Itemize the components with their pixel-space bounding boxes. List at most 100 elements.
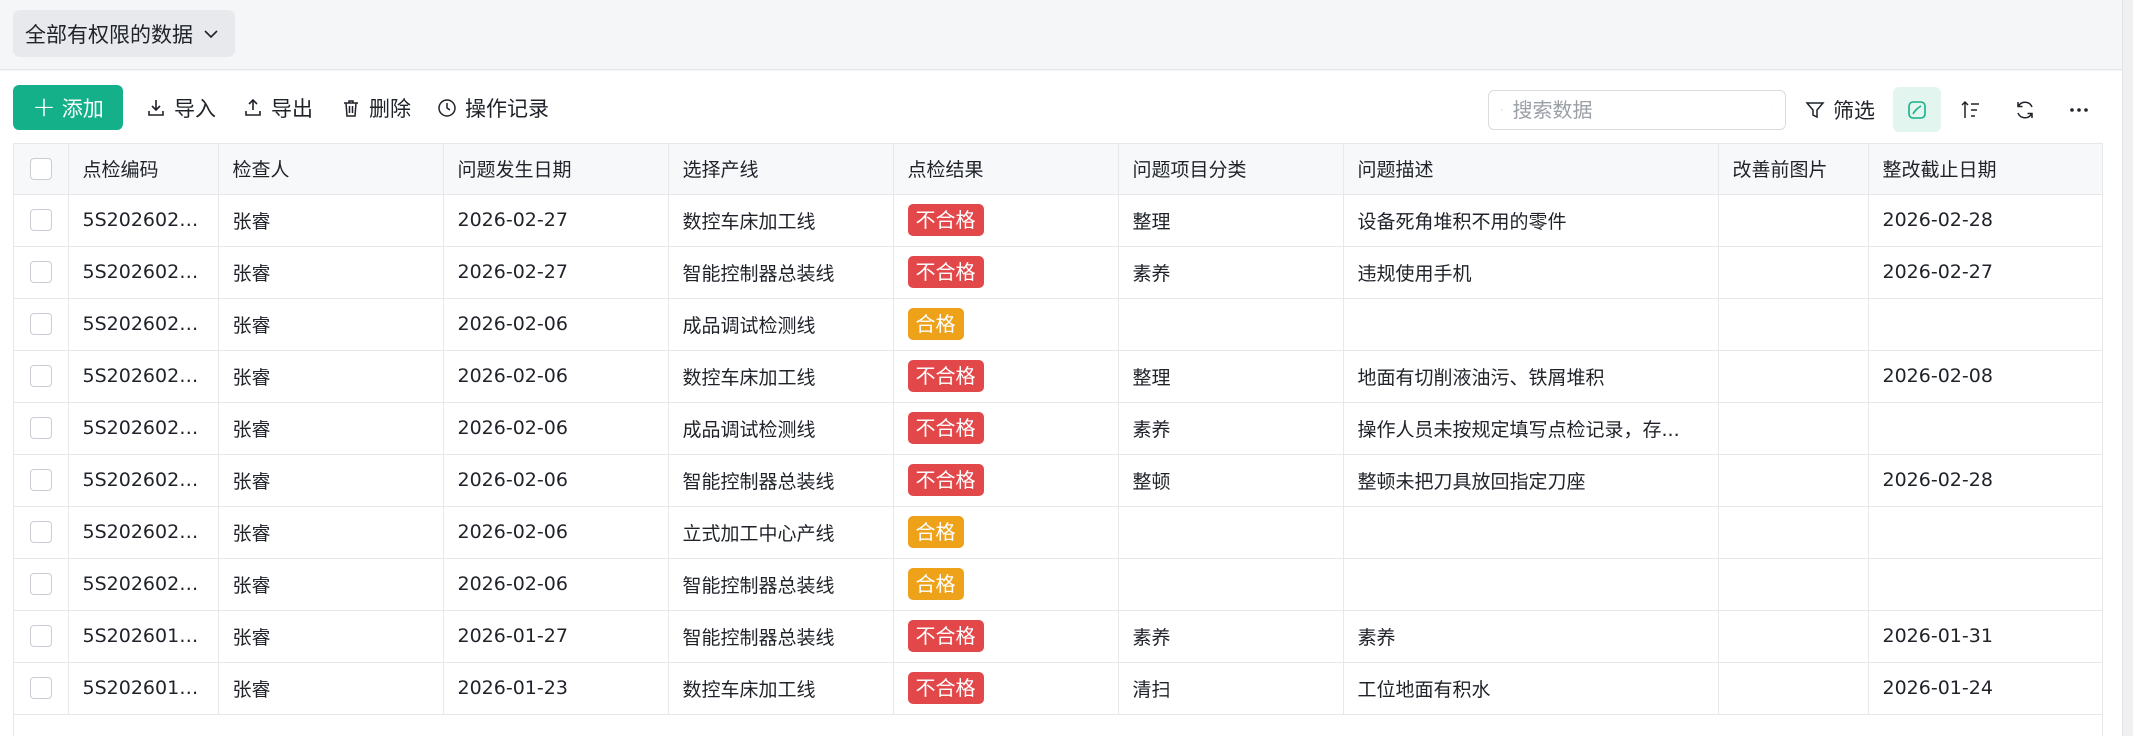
row-code[interactable]: 5S2026020... [68,298,219,351]
table-row[interactable]: 5S2026020... 张睿 2026-02-06 数控车床加工线 不合格 整理 地面有切… [14,350,2102,403]
row-line[interactable]: 成品调试检测线 [668,402,894,455]
import-button[interactable]: 导入 [146,85,216,130]
table-row[interactable]: 5S2026020... 张睿 2026-02-06 成品调试检测线 不合格 素养 操作人员… [14,402,2102,455]
row-result[interactable]: 不合格 [893,350,1119,403]
row-category[interactable] [1118,506,1344,559]
table-row[interactable]: 5S2026020... 张睿 2026-02-06 立式加工中心产线 合格 [14,506,2102,559]
row-checkbox[interactable] [29,521,52,544]
row-line[interactable]: 数控车床加工线 [668,662,894,715]
more-button[interactable] [2055,87,2103,132]
row-result[interactable]: 不合格 [893,402,1119,455]
row-category[interactable]: 整顿 [1118,454,1344,507]
highlight-rule-button[interactable] [1893,87,1941,132]
row-description[interactable]: 工位地面有积水 [1343,662,1719,715]
table-row[interactable]: 5S2026020... 张睿 2026-02-06 成品调试检测线 合格 [14,298,2102,351]
row-code[interactable]: 5S2026012... [68,610,219,663]
row-date[interactable]: 2026-01-23 [443,662,669,715]
row-description[interactable]: 地面有切削液油污、铁屑堆积 [1343,350,1719,403]
row-line[interactable]: 数控车床加工线 [668,350,894,403]
row-image[interactable] [1718,610,1869,663]
column-header-image[interactable]: 改善前图片 [1718,144,1869,195]
row-code[interactable]: 5S2026020... [68,350,219,403]
search-input[interactable] [1512,98,1762,122]
row-line[interactable]: 成品调试检测线 [668,298,894,351]
column-header-inspector[interactable]: 检查人 [218,144,444,195]
view-selector-dropdown[interactable]: 全部有权限的数据 [13,10,235,57]
row-category[interactable]: 素养 [1118,610,1344,663]
row-description[interactable]: 操作人员未按规定填写点检记录，存... [1343,402,1719,455]
row-checkbox[interactable] [29,209,52,232]
row-deadline[interactable]: 2026-01-31 [1868,610,2102,663]
column-header-line[interactable]: 选择产线 [668,144,894,195]
row-category[interactable] [1118,558,1344,611]
row-date[interactable]: 2026-02-06 [443,350,669,403]
row-line[interactable]: 智能控制器总装线 [668,454,894,507]
row-inspector[interactable]: 张睿 [218,610,444,663]
row-result[interactable]: 不合格 [893,246,1119,299]
row-code[interactable]: 5S2026020... [68,506,219,559]
row-image[interactable] [1718,194,1869,247]
row-code[interactable]: 5S2026020... [68,454,219,507]
row-code[interactable]: 5S2026022... [68,194,219,247]
column-header-code[interactable]: 点检编码 [68,144,219,195]
column-header-date[interactable]: 问题发生日期 [443,144,669,195]
row-description[interactable] [1343,506,1719,559]
row-deadline[interactable]: 2026-02-28 [1868,454,2102,507]
row-inspector[interactable]: 张睿 [218,350,444,403]
vertical-scrollbar[interactable] [2122,0,2133,736]
row-inspector[interactable]: 张睿 [218,506,444,559]
row-category[interactable]: 清扫 [1118,662,1344,715]
row-checkbox[interactable] [29,417,52,440]
refresh-button[interactable] [2001,87,2049,132]
row-line[interactable]: 智能控制器总装线 [668,610,894,663]
row-description[interactable]: 整顿未把刀具放回指定刀座 [1343,454,1719,507]
row-inspector[interactable]: 张睿 [218,194,444,247]
row-description[interactable]: 素养 [1343,610,1719,663]
row-date[interactable]: 2026-02-06 [443,506,669,559]
row-description[interactable]: 设备死角堆积不用的零件 [1343,194,1719,247]
row-result[interactable]: 不合格 [893,194,1119,247]
row-result[interactable]: 不合格 [893,662,1119,715]
row-image[interactable] [1718,662,1869,715]
table-row[interactable]: 5S2026020... 张睿 2026-02-06 智能控制器总装线 合格 [14,558,2102,611]
row-checkbox[interactable] [29,677,52,700]
table-row[interactable]: 5S2026012... 张睿 2026-01-27 智能控制器总装线 不合格 素养 素养 2… [14,610,2102,663]
row-image[interactable] [1718,402,1869,455]
row-image[interactable] [1718,246,1869,299]
row-checkbox[interactable] [29,625,52,648]
row-date[interactable]: 2026-02-27 [443,246,669,299]
row-checkbox[interactable] [29,313,52,336]
row-line[interactable]: 数控车床加工线 [668,194,894,247]
row-date[interactable]: 2026-02-06 [443,402,669,455]
row-inspector[interactable]: 张睿 [218,454,444,507]
row-deadline[interactable]: 2026-02-28 [1868,194,2102,247]
row-category[interactable]: 素养 [1118,246,1344,299]
row-deadline[interactable]: 2026-01-24 [1868,662,2102,715]
row-result[interactable]: 合格 [893,298,1119,351]
row-inspector[interactable]: 张睿 [218,246,444,299]
delete-button[interactable]: 删除 [341,85,411,130]
column-header-result[interactable]: 点检结果 [893,144,1119,195]
row-image[interactable] [1718,350,1869,403]
row-code[interactable]: 5S2026022... [68,246,219,299]
export-button[interactable]: 导出 [243,85,313,130]
row-code[interactable]: 5S2026020... [68,558,219,611]
row-deadline[interactable] [1868,298,2102,351]
row-category[interactable]: 整理 [1118,350,1344,403]
table-row[interactable]: 5S2026022... 张睿 2026-02-27 智能控制器总装线 不合格 素养 违规使… [14,246,2102,299]
row-inspector[interactable]: 张睿 [218,662,444,715]
add-button[interactable]: + 添加 [13,85,123,130]
row-image[interactable] [1718,454,1869,507]
row-checkbox[interactable] [29,261,52,284]
row-result[interactable]: 合格 [893,558,1119,611]
row-checkbox[interactable] [29,365,52,388]
row-image[interactable] [1718,506,1869,559]
row-image[interactable] [1718,558,1869,611]
row-checkbox[interactable] [29,573,52,596]
row-deadline[interactable]: 2026-02-27 [1868,246,2102,299]
table-row[interactable]: 5S2026022... 张睿 2026-02-27 数控车床加工线 不合格 整理 设备死角… [14,194,2102,247]
row-inspector[interactable]: 张睿 [218,298,444,351]
row-date[interactable]: 2026-02-06 [443,454,669,507]
row-date[interactable]: 2026-01-27 [443,610,669,663]
column-header-category[interactable]: 问题项目分类 [1118,144,1344,195]
